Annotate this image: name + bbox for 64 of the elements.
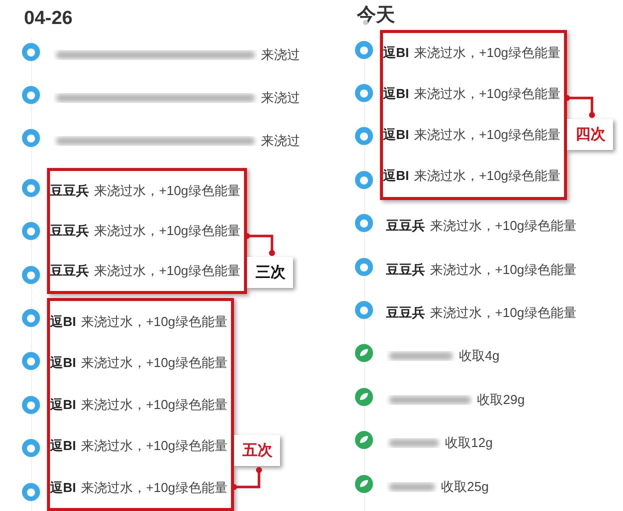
activity-text: 收取29g <box>477 390 525 409</box>
leaf-icon <box>355 388 373 406</box>
water-drop-icon <box>355 127 373 146</box>
water-drop-icon <box>355 214 373 232</box>
leaf-icon <box>355 474 373 493</box>
user-name: 豆豆兵 <box>50 222 89 240</box>
activity-text: 来浇过水，+10g绿色能量 <box>94 262 240 280</box>
user-name: 逗BI <box>50 437 76 456</box>
water-drop-icon <box>355 84 373 102</box>
activity-text: 来浇过水，+10g绿色能量 <box>414 126 560 144</box>
water-drop-icon <box>22 42 40 61</box>
water-drop-icon <box>22 482 40 501</box>
water-drop-icon <box>355 40 373 59</box>
date-text: 04-26 <box>24 8 73 30</box>
water-drop-icon <box>22 352 40 370</box>
activity-text: 来浇过水，+10g绿色能量 <box>81 354 228 372</box>
activity-text: 收取25g <box>441 478 489 496</box>
user-name: 逗BI <box>50 354 76 372</box>
user-name: 豆豆兵 <box>50 182 89 200</box>
activity-text: 来浇过水，+10g绿色能量 <box>430 304 576 322</box>
user-name: 逗BI <box>50 396 76 414</box>
water-drop-icon <box>22 178 40 197</box>
user-name: 逗BI <box>383 85 409 104</box>
user-name: 逗BI <box>383 126 409 144</box>
activity-text: 来浇过水，+10g绿色能量 <box>94 222 240 240</box>
water-drop-icon <box>22 439 40 458</box>
activity-text: 来浇过 <box>261 132 300 150</box>
user-name: 逗BI <box>383 167 409 186</box>
water-drop-icon <box>22 309 40 328</box>
water-drop-icon <box>22 266 40 284</box>
user-name: 豆豆兵 <box>386 217 425 236</box>
user-name: 逗BI <box>383 44 409 62</box>
leaf-icon <box>355 431 373 450</box>
user-name: 豆豆兵 <box>50 262 89 280</box>
count-label: 三次 <box>247 257 294 288</box>
user-name: 豆豆兵 <box>386 304 425 322</box>
water-drop-icon <box>355 170 373 189</box>
activity-text: 收取12g <box>445 434 493 452</box>
water-drop-icon <box>22 222 40 240</box>
water-drop-icon <box>22 396 40 414</box>
activity-text: 收取4g <box>459 347 500 366</box>
activity-text: 来浇过水，+10g绿色能量 <box>414 85 560 104</box>
user-name: 逗BI <box>50 313 76 332</box>
activity-text: 来浇过水，+10g绿色能量 <box>414 44 560 62</box>
activity-text: 来浇过水，+10g绿色能量 <box>81 396 228 414</box>
activity-text: 来浇过水，+10g绿色能量 <box>414 167 560 186</box>
count-label: 四次 <box>567 119 614 150</box>
leaf-icon <box>355 344 373 362</box>
activity-text: 来浇过水，+10g绿色能量 <box>81 437 228 456</box>
user-name: 逗BI <box>50 478 76 497</box>
activity-text: 来浇过水，+10g绿色能量 <box>81 313 228 332</box>
date-text: 今天 <box>357 4 395 28</box>
water-drop-icon <box>22 86 40 104</box>
water-drop-icon <box>22 129 40 148</box>
activity-text: 来浇过水，+10g绿色能量 <box>94 182 240 200</box>
water-drop-icon <box>355 301 373 320</box>
activity-text: 来浇过 <box>261 46 300 64</box>
activity-text: 来浇过水，+10g绿色能量 <box>430 260 576 279</box>
activity-text: 来浇过水，+10g绿色能量 <box>81 478 228 497</box>
count-label: 五次 <box>234 434 280 466</box>
water-drop-icon <box>355 258 373 276</box>
activity-text: 来浇过水，+10g绿色能量 <box>430 217 576 236</box>
user-name: 豆豆兵 <box>386 260 425 279</box>
activity-text: 来浇过 <box>261 89 300 108</box>
